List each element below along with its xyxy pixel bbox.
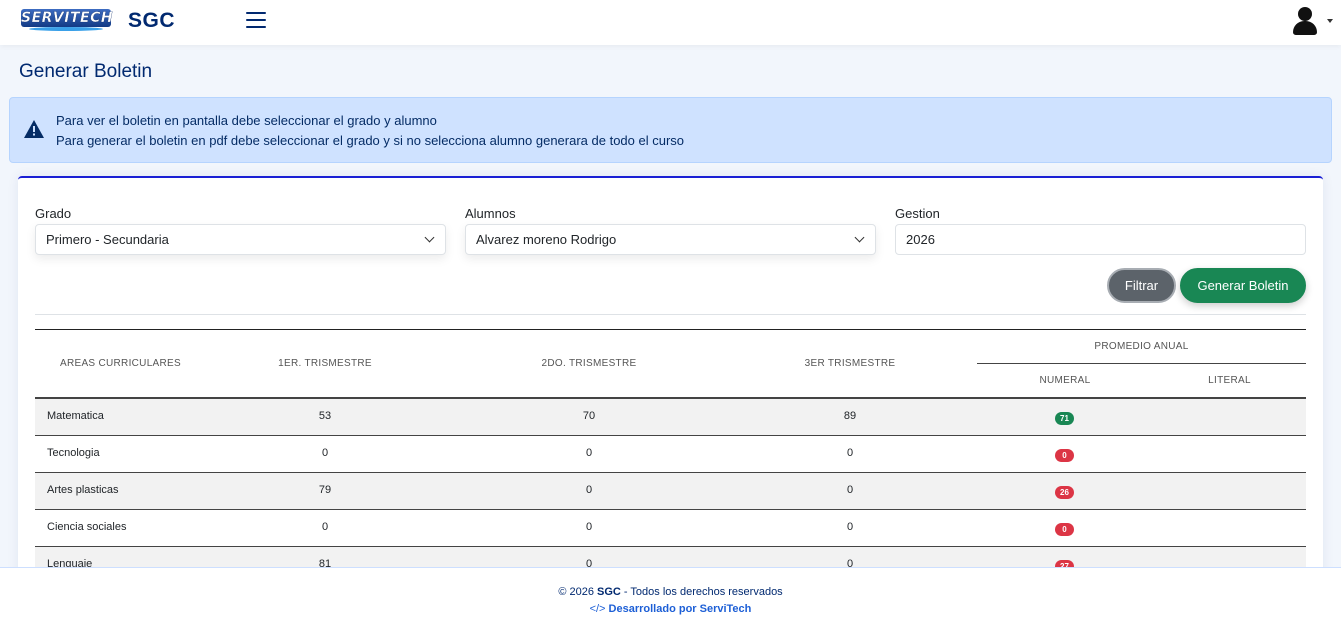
alert-line-pdf: Para generar el boletin en pdf debe sele… [56,133,685,148]
servitech-logo[interactable]: SERVITECH [21,9,114,31]
cell-t2: 0 [585,447,593,459]
cell-t3: 0 [846,521,854,533]
logo-swoosh [29,27,103,31]
alumnos-select-value: Alvarez moreno Rodrigo [476,232,617,247]
header-literal: LITERAL [1208,375,1251,386]
header-areas: AREAS CURRICULARES [60,358,181,369]
table-row: Ciencia sociales 0 0 0 0 [35,510,1306,547]
numeral-badge: 0 [1055,449,1074,462]
copyright-year: © 2026 [558,586,598,598]
gestion-input-value: 2026 [906,232,935,247]
cell-area: Artes plasticas [47,484,119,496]
cell-area: Matematica [47,410,104,422]
cell-area: Ciencia sociales [47,521,127,533]
cell-t2: 0 [585,521,593,533]
copyright-text: © 2026 SGC - Todos los derechos reservad… [0,586,1341,598]
table-row: Matematica 53 70 89 71 [35,399,1306,436]
header-t1: 1ER. TRISMESTRE [278,358,372,369]
developer-credit-text: Desarrollado por ServiTech [608,603,752,615]
user-icon-body [1293,21,1317,35]
cell-t2: 70 [582,410,596,422]
filter-button[interactable]: Filtrar [1107,268,1176,303]
cell-t3: 0 [846,484,854,496]
cell-area: Tecnologia [47,447,100,459]
user-icon [1298,7,1312,21]
grado-select-value: Primero - Secundaria [46,232,169,247]
header-t2: 2DO. TRISMESTRE [541,358,637,369]
header-sub-divider [977,363,1306,364]
table-row: Artes plasticas 79 0 0 26 [35,473,1306,510]
header-t3: 3ER TRISMESTRE [804,358,896,369]
warning-icon [24,120,44,138]
grades-table: AREAS CURRICULARES 1ER. TRISMESTRE 2DO. … [35,329,1306,584]
cell-t1: 0 [321,447,329,459]
top-navbar: SERVITECH SGC [0,0,1341,45]
page-footer: © 2026 SGC - Todos los derechos reservad… [0,567,1341,630]
alumnos-select[interactable]: Alvarez moreno Rodrigo [465,224,876,255]
numeral-badge: 0 [1055,523,1074,536]
header-promedio: PROMEDIO ANUAL [1094,341,1189,352]
gestion-label: Gestion [895,206,940,221]
copyright-brand: SGC [597,586,621,598]
chevron-down-icon [424,232,435,243]
alert-line-view: Para ver el boletin en pantalla debe sel… [56,113,437,128]
grado-label: Grado [35,206,72,221]
cell-t2: 0 [585,484,593,496]
developer-credit-link[interactable]: </> Desarrollado por ServiTech [0,603,1341,615]
boletin-card: Grado Primero - Secundaria Alumnos Alvar… [18,176,1323,596]
alumnos-label: Alumnos [465,206,516,221]
numeral-badge: 26 [1055,486,1074,499]
numeral-badge: 71 [1055,412,1074,425]
header-numeral: NUMERAL [1039,375,1091,386]
caret-down-icon [1327,19,1333,23]
table-header: AREAS CURRICULARES 1ER. TRISMESTRE 2DO. … [35,329,1306,399]
user-menu-button[interactable] [1291,5,1335,37]
info-alert: Para ver el boletin en pantalla debe sel… [9,97,1332,163]
divider [35,314,1306,315]
cell-t1: 0 [321,521,329,533]
table-row: Tecnologia 0 0 0 0 [35,436,1306,473]
page-title: Generar Boletin [19,61,153,82]
cell-t3: 89 [843,410,857,422]
chevron-down-icon [854,232,865,243]
cell-t3: 0 [846,447,854,459]
hamburger-icon[interactable] [246,12,266,28]
logo-wordmark: SERVITECH [21,9,114,27]
cell-t1: 79 [318,484,332,496]
copyright-rights: - Todos los derechos reservados [620,586,783,598]
gestion-input[interactable]: 2026 [895,224,1306,255]
grado-select[interactable]: Primero - Secundaria [35,224,446,255]
generate-boletin-button[interactable]: Generar Boletin [1180,268,1306,303]
code-icon: </> [589,603,606,615]
brand-title[interactable]: SGC [128,9,175,33]
cell-t1: 53 [318,410,332,422]
